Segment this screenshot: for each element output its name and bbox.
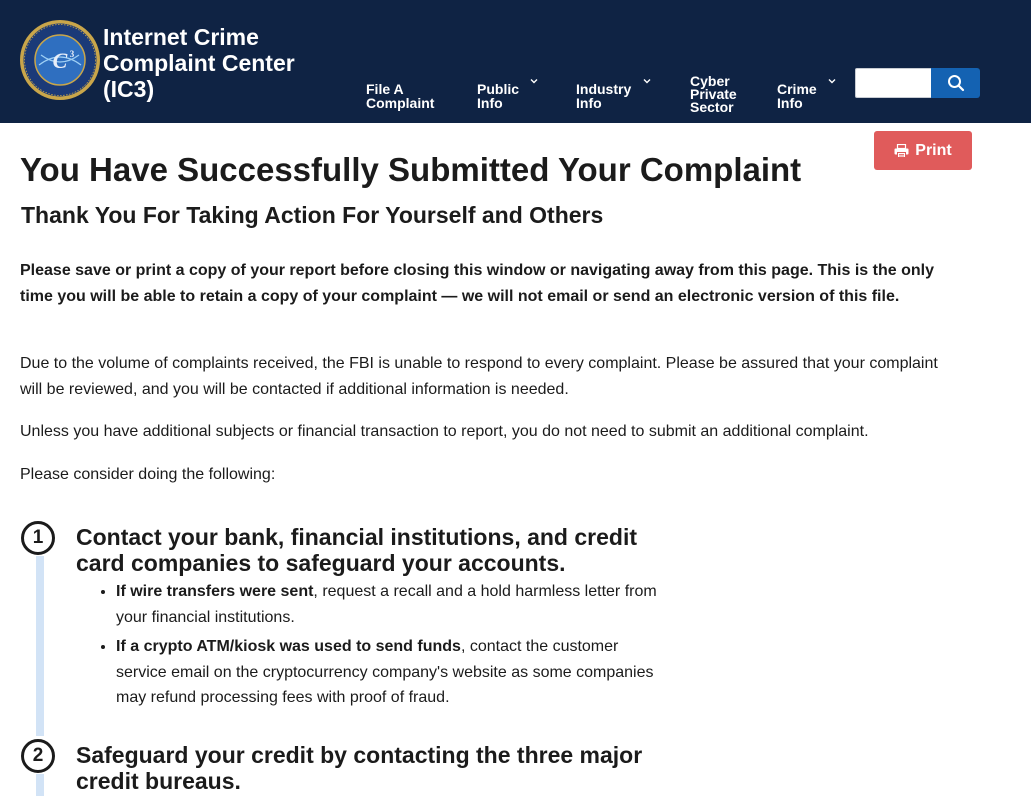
nav-file-a-complaint[interactable]: File A Complaint — [366, 68, 434, 110]
save-report-notice: Please save or print a copy of your repo… — [20, 262, 934, 305]
step-connector-line — [36, 556, 44, 736]
svg-text:C: C — [53, 48, 68, 73]
printer-icon — [894, 143, 909, 158]
step-title: Safeguard your credit by contacting the … — [76, 742, 643, 794]
nav-crime-info[interactable]: Crime Info — [777, 68, 836, 124]
site-header: C 3 Internet Crime Complaint Center (IC3… — [0, 0, 1031, 123]
list-item-lead: If wire transfers were sent — [116, 583, 314, 600]
list-item: If a crypto ATM/kiosk was used to send f… — [116, 634, 661, 711]
page-subtitle: Thank You For Taking Action For Yourself… — [21, 202, 604, 228]
nav-label: Cyber Private Sector — [690, 73, 737, 115]
step-title: Contact your bank, financial institution… — [76, 524, 638, 576]
nav-label: Industry Info — [576, 81, 632, 111]
nav-label: Crime Info — [777, 81, 817, 111]
subjects-paragraph: Unless you have additional subjects or f… — [20, 423, 869, 440]
print-button[interactable]: Print — [874, 131, 972, 170]
page-title: You Have Successfully Submitted Your Com… — [20, 151, 802, 188]
print-button-label: Print — [915, 141, 952, 159]
step-number-badge: 2 — [21, 739, 55, 773]
nav-label: Public Info — [477, 81, 520, 111]
step-connector-line — [36, 774, 44, 796]
list-item: If wire transfers were sent, request a r… — [116, 579, 661, 630]
nav-industry-info[interactable]: Industry Info — [576, 68, 651, 124]
search-icon — [947, 75, 964, 92]
search-input[interactable] — [855, 68, 931, 98]
nav-public-info[interactable]: Public Info — [477, 68, 538, 124]
site-title[interactable]: Internet Crime Complaint Center (IC3) — [103, 24, 295, 102]
step-list: If wire transfers were sent, request a r… — [76, 579, 661, 715]
chevron-down-icon — [530, 79, 538, 84]
step-number-badge: 1 — [21, 521, 55, 555]
fbi-ic3-seal-icon: C 3 — [20, 20, 100, 100]
chevron-down-icon — [643, 79, 651, 84]
consider-paragraph: Please consider doing the following: — [20, 466, 276, 483]
chevron-down-icon — [828, 79, 836, 84]
nav-cyber-private-sector[interactable]: Cyber Private Sector — [690, 62, 737, 114]
list-item-lead: If a crypto ATM/kiosk was used to send f… — [116, 638, 461, 655]
svg-text:3: 3 — [70, 49, 75, 59]
ic3-seal-logo[interactable]: C 3 — [19, 19, 101, 101]
volume-paragraph: Due to the volume of complaints received… — [20, 355, 938, 398]
search-button[interactable] — [931, 68, 980, 98]
nav-label: File A Complaint — [366, 81, 435, 111]
